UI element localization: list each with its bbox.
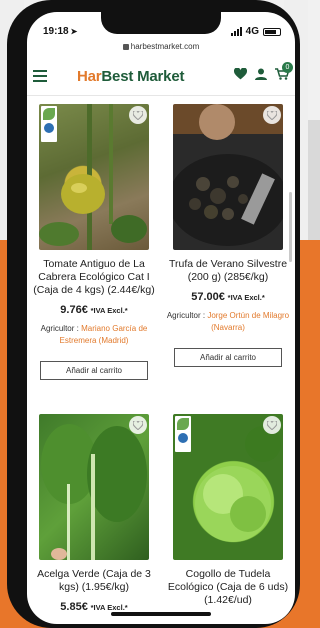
product-name[interactable]: Tomate Antiguo de La Cabrera Ecológico C… (29, 258, 159, 297)
product-card: Cogollo de Tudela Ecológico (Caja de 6 u… (163, 414, 293, 607)
product-image[interactable] (173, 104, 283, 250)
lock-icon (122, 44, 129, 50)
cart-button[interactable]: 0 (275, 62, 293, 80)
product-name[interactable]: Trufa de Verano Silvestre (200 g) (285€/… (163, 258, 293, 284)
product-farmer: Agricultor : Mariano García de Estremera… (40, 324, 148, 345)
signal-icon (230, 27, 242, 36)
status-time: 19:18 ➤ (43, 26, 78, 37)
product-card: Acelga Verde (Caja de 3 kgs) (1.95€/kg) … (29, 414, 159, 613)
product-name[interactable]: Acelga Verde (Caja de 3 kgs) (1.95€/kg) (29, 568, 159, 594)
product-farmer: Agricultor : Jorge Ortún de Milagro (Nav… (166, 311, 290, 332)
menu-icon[interactable] (33, 70, 47, 82)
url-bar[interactable]: harbestmarket.com (27, 42, 295, 56)
wishlist-heart-icon[interactable] (263, 416, 281, 434)
truffle-bowl-graphic (173, 104, 283, 246)
site-header: HarBest Market 0 (27, 56, 295, 96)
wishlist-heart-icon[interactable] (263, 106, 281, 124)
product-price: 9.76€ *IVA Excl.* (60, 304, 128, 316)
battery-icon (263, 27, 281, 36)
site-logo[interactable]: HarBest Market (77, 68, 184, 85)
phone-frame: 19:18 ➤ 4G harbestmarket.com HarBest Mark… (7, 0, 300, 628)
cart-count-badge: 0 (282, 62, 293, 73)
add-to-cart-button[interactable]: Añadir al carrito (40, 361, 148, 380)
product-image[interactable] (39, 104, 149, 250)
notch (101, 12, 221, 34)
product-price: 57.00€ *IVA Excl.* (191, 291, 265, 303)
product-image[interactable] (39, 414, 149, 560)
add-to-cart-button[interactable]: Añadir al carrito (174, 348, 282, 367)
scrollbar[interactable] (289, 192, 292, 262)
farmer-link[interactable]: Jorge Ortún de Milagro (Navarra) (207, 311, 289, 332)
url-text: harbestmarket.com (130, 42, 200, 51)
wishlist-heart-icon[interactable] (129, 106, 147, 124)
wishlist-heart-icon[interactable] (129, 416, 147, 434)
chard-leaves-graphic (41, 424, 147, 560)
location-arrow-icon: ➤ (70, 27, 78, 36)
organic-certification-badge (175, 416, 191, 452)
status-right: 4G (230, 26, 281, 37)
product-name[interactable]: Cogollo de Tudela Ecológico (Caja de 6 u… (163, 568, 293, 607)
product-card: Trufa de Verano Silvestre (200 g) (285€/… (163, 104, 293, 367)
user-icon[interactable] (255, 68, 267, 80)
heart-icon[interactable] (234, 68, 247, 80)
product-image[interactable] (173, 414, 283, 560)
header-icons: 0 (234, 62, 293, 80)
organic-certification-badge (41, 106, 57, 142)
phone-screen: 19:18 ➤ 4G harbestmarket.com HarBest Mark… (27, 12, 295, 624)
home-indicator (111, 612, 211, 616)
product-card: Tomate Antiguo de La Cabrera Ecológico C… (29, 104, 159, 380)
network-label: 4G (245, 26, 259, 37)
